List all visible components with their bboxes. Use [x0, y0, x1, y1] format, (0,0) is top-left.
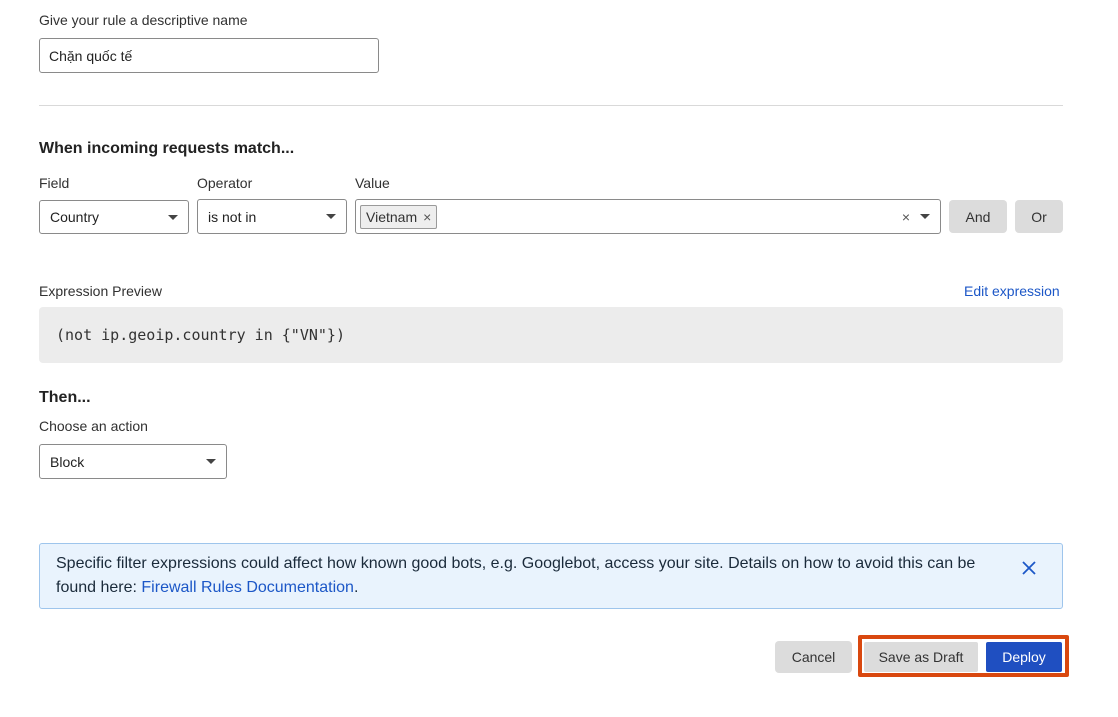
action-select[interactable]: Block	[39, 444, 227, 479]
match-heading: When incoming requests match...	[39, 140, 295, 157]
value-label: Value	[355, 175, 390, 191]
field-select[interactable]: Country	[39, 200, 189, 234]
or-button[interactable]: Or	[1015, 200, 1063, 233]
cancel-button[interactable]: Cancel	[775, 641, 852, 673]
operator-label: Operator	[197, 175, 253, 191]
field-label: Field	[39, 175, 70, 191]
operator-select-value: is not in	[208, 208, 257, 225]
firewall-docs-link[interactable]: Firewall Rules Documentation	[141, 579, 354, 596]
chevron-down-icon[interactable]	[920, 214, 930, 219]
bot-notice: Specific filter expressions could affect…	[39, 543, 1063, 609]
and-button[interactable]: And	[949, 200, 1007, 233]
chevron-down-icon	[206, 459, 216, 464]
action-select-value: Block	[50, 453, 85, 470]
edit-expression-link[interactable]: Edit expression	[964, 283, 1060, 299]
expression-preview: (not ip.geoip.country in {"VN"})	[39, 307, 1063, 363]
action-label: Choose an action	[39, 418, 148, 434]
close-icon[interactable]	[1020, 559, 1040, 579]
chip-remove-icon[interactable]: ×	[423, 209, 431, 225]
value-chip-label: Vietnam	[366, 208, 418, 225]
rule-name-value: Chặn quốc tế	[49, 47, 133, 64]
chevron-down-icon	[168, 214, 178, 220]
expression-preview-label: Expression Preview	[39, 283, 162, 299]
save-draft-button[interactable]: Save as Draft	[864, 642, 978, 672]
value-chip: Vietnam ×	[360, 204, 438, 229]
expression-code: (not ip.geoip.country in {"VN"})	[56, 326, 345, 344]
rule-name-label: Give your rule a descriptive name	[39, 12, 248, 28]
operator-select[interactable]: is not in	[197, 199, 347, 234]
notice-suffix: .	[353, 579, 359, 596]
section-divider	[39, 105, 1063, 106]
chevron-down-icon	[326, 214, 336, 219]
clear-icon[interactable]: ×	[902, 209, 910, 225]
then-heading: Then...	[39, 389, 91, 406]
field-select-value: Country	[50, 209, 100, 225]
value-multiselect[interactable]: Vietnam × ×	[355, 199, 941, 234]
deploy-button[interactable]: Deploy	[986, 642, 1062, 672]
rule-name-input[interactable]: Chặn quốc tế	[39, 38, 379, 73]
